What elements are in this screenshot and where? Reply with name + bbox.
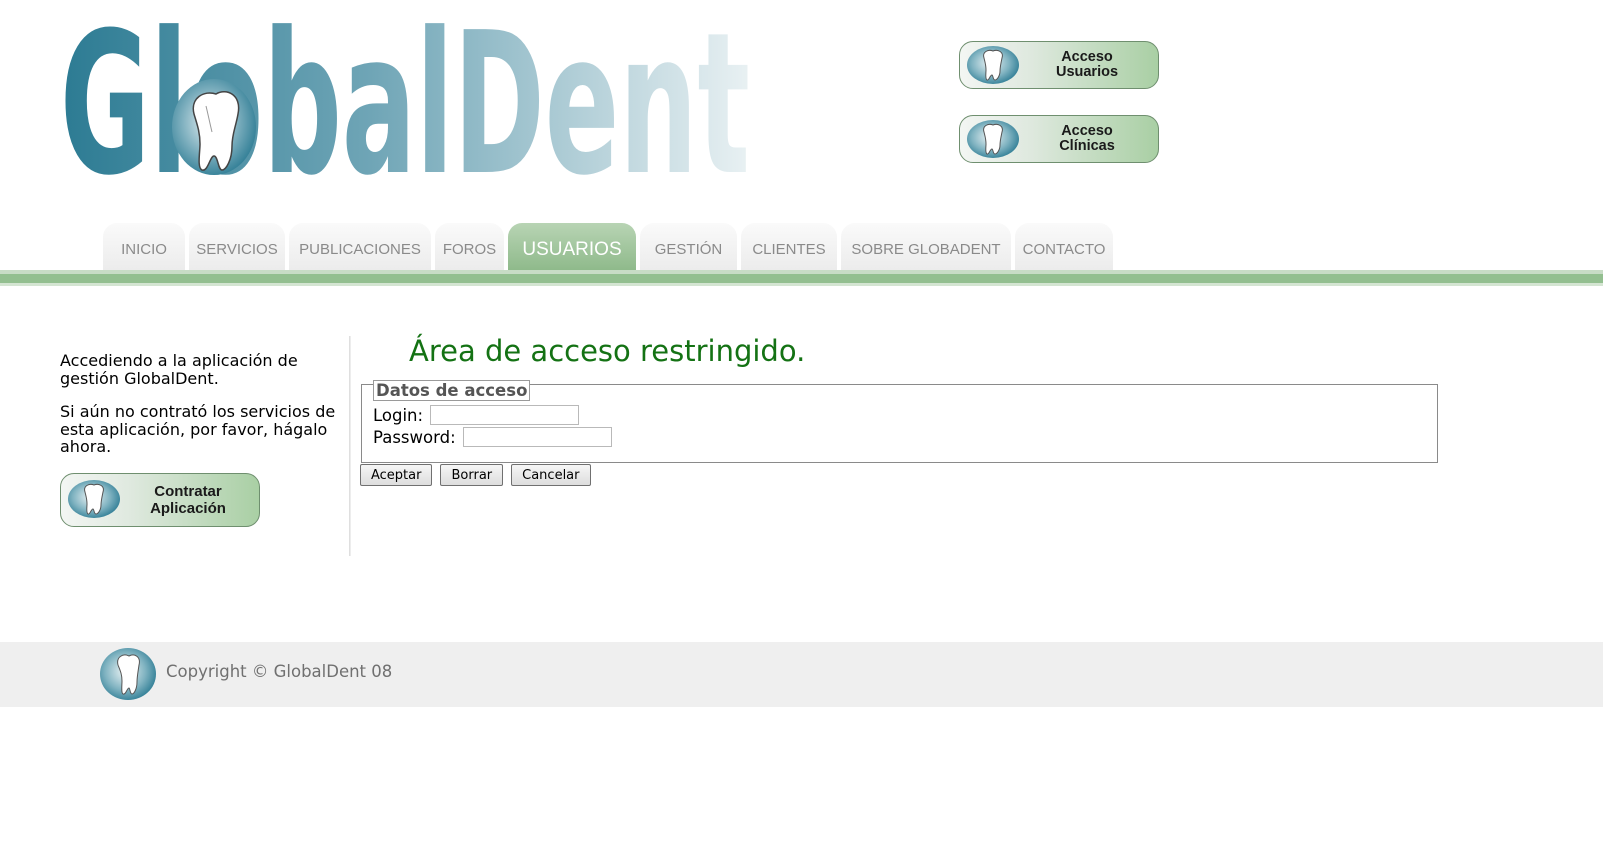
login-label: Login: <box>373 405 424 425</box>
nav-tab-inicio[interactable]: INICIO <box>103 223 185 270</box>
nav-tab-servicios[interactable]: SERVICIOS <box>189 223 285 270</box>
logo-text: GlobalDent <box>60 22 750 182</box>
footer: Copyright © GlobalDent 08 <box>0 642 1603 707</box>
nav-tab-clientes[interactable]: CLIENTES <box>741 223 837 270</box>
tooth-icon <box>68 480 120 518</box>
acceso-clinicas-line2: Clínicas <box>1059 138 1115 154</box>
contratar-aplicacion-button[interactable]: Contratar Aplicación <box>60 473 260 527</box>
tooth-icon <box>967 46 1019 84</box>
nav-tab-usuarios[interactable]: USUARIOS <box>508 223 636 270</box>
password-row: Password: <box>373 427 612 447</box>
footer-copyright: Copyright © GlobalDent 08 <box>166 662 393 681</box>
acceso-usuarios-button[interactable]: Acceso Usuarios <box>959 41 1159 89</box>
nav-tab-foros[interactable]: FOROS <box>435 223 504 270</box>
fieldset-legend: Datos de acceso <box>373 380 531 401</box>
password-input[interactable] <box>462 427 612 447</box>
contratar-line1: Contratar <box>154 482 222 500</box>
acceso-usuarios-label: Acceso Usuarios <box>1022 42 1152 88</box>
sidebar-divider <box>349 336 351 556</box>
acceso-usuarios-line1: Acceso <box>1061 48 1113 65</box>
login-input[interactable] <box>430 405 580 425</box>
contratar-line2: Aplicación <box>150 500 226 517</box>
acceso-clinicas-button[interactable]: Acceso Clínicas <box>959 115 1159 163</box>
nav-bar-stripe <box>0 283 1603 286</box>
contratar-label: Contratar Aplicación <box>123 474 253 526</box>
tooth-icon <box>967 120 1019 158</box>
nav-tab-gestion[interactable]: GESTIÓN <box>640 223 737 270</box>
nav-tab-contacto[interactable]: CONTACTO <box>1015 223 1113 270</box>
password-label: Password: <box>373 427 456 447</box>
accept-button[interactable]: Aceptar <box>360 464 433 486</box>
nav-tab-publicaciones[interactable]: PUBLICACIONES <box>289 223 431 270</box>
sidebar-contract-text: Si aún no contrató los servicios de esta… <box>60 402 336 456</box>
sidebar-intro-text: Accediendo a la aplicación de gestión Gl… <box>60 351 298 388</box>
login-row: Login: <box>373 405 580 425</box>
nav-tab-sobre-globadent[interactable]: SOBRE GLOBADENT <box>841 223 1011 270</box>
tooth-icon <box>100 648 156 700</box>
page-title: Área de acceso restringido. <box>409 334 806 368</box>
clear-button[interactable]: Borrar <box>440 464 504 486</box>
acceso-clinicas-line1: Acceso <box>1061 122 1113 139</box>
cancel-button[interactable]: Cancelar <box>511 464 591 486</box>
sidebar: Accediendo a la aplicación de gestión Gl… <box>60 352 350 472</box>
logo-graphic: GlobalDent <box>60 22 750 182</box>
main-nav: INICIO SERVICIOS PUBLICACIONES FOROS USU… <box>103 223 1117 270</box>
nav-bar-stripe <box>0 274 1603 283</box>
acceso-clinicas-label: Acceso Clínicas <box>1022 116 1152 162</box>
form-actions: Aceptar Borrar Cancelar <box>360 464 599 486</box>
logo-tooth-icon <box>172 79 256 175</box>
page: GlobalDent Acceso Usuarios Acceso Clínic… <box>0 0 1603 852</box>
globaldent-logo[interactable]: GlobalDent <box>58 22 758 182</box>
acceso-usuarios-line2: Usuarios <box>1055 64 1119 80</box>
